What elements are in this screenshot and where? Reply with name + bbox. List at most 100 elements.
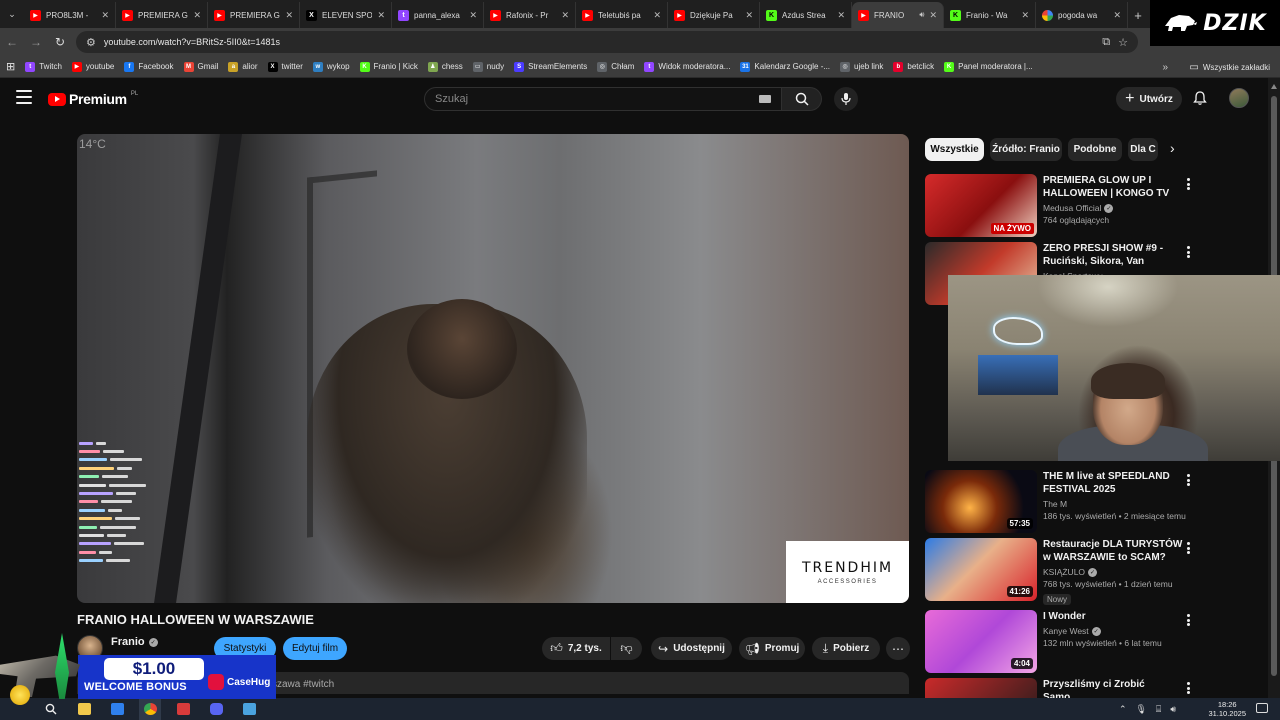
- recommended-video[interactable]: 4:04 I Wonder Kanye West ✓ 132 mln wyświetle…: [925, 610, 1265, 674]
- tab-search-icon[interactable]: ⌄: [0, 0, 24, 28]
- all-bookmarks-button[interactable]: ▭ Wszystkie zakładki: [1189, 56, 1270, 78]
- install-app-icon[interactable]: ⧉: [1102, 36, 1110, 49]
- discord-icon[interactable]: [205, 698, 227, 720]
- browser-tab[interactable]: ▶ Rafonix - Pr ✕: [484, 2, 576, 28]
- bookmarks-overflow-icon[interactable]: »: [1162, 56, 1168, 78]
- video-player[interactable]: 14°C TRENDHIM ACCESSORIES: [77, 134, 909, 603]
- bookmark-item[interactable]: ▭ nudy: [472, 61, 504, 72]
- recommended-video[interactable]: 57:35 THE M live at SPEEDLAND FESTIVAL 20…: [925, 470, 1265, 534]
- apps-grid-icon[interactable]: ⊞: [6, 60, 15, 73]
- chrome-icon[interactable]: [139, 698, 161, 720]
- bookmark-item[interactable]: a alior: [228, 61, 258, 72]
- more-options-icon[interactable]: [1182, 472, 1194, 488]
- video-title[interactable]: Restauracje DLA TURYSTÓW w WARSZAWIE to …: [1043, 538, 1183, 564]
- browser-tab[interactable]: ▶ FRANIO 🔊︎ ✕: [852, 2, 944, 28]
- bookmark-item[interactable]: K Franio | Kick: [359, 61, 418, 72]
- tab-close-icon[interactable]: ✕: [193, 10, 201, 21]
- tab-close-icon[interactable]: ✕: [653, 10, 661, 21]
- browser-tab[interactable]: ▶ PRO8L3M - ✕: [24, 2, 116, 28]
- system-clock[interactable]: 18:26 31.10.2025: [1208, 698, 1246, 720]
- like-button[interactable]: 👍︎ 7,2 tys.: [542, 637, 610, 660]
- url-text[interactable]: youtube.com/watch?v=BRitSz-5II0&t=1481s: [104, 37, 1094, 47]
- keyboard-icon[interactable]: [759, 95, 771, 103]
- back-arrow-icon[interactable]: ←: [0, 28, 24, 56]
- casino-ad-overlay[interactable]: $1.00 WELCOME BONUS CaseHug: [0, 633, 276, 705]
- browser-tab[interactable]: ▶ Dziękuje Pa ✕: [668, 2, 760, 28]
- bookmark-item[interactable]: b betclick: [893, 61, 934, 72]
- bookmark-item[interactable]: ♟ chess: [427, 61, 463, 72]
- bookmark-item[interactable]: Xtwitter: [267, 61, 303, 72]
- tray-network-icon[interactable]: ⌸: [1156, 704, 1161, 715]
- tab-close-icon[interactable]: ✕: [837, 10, 845, 21]
- file-explorer-icon[interactable]: [73, 698, 95, 720]
- youtube-premium-logo[interactable]: Premium PL: [48, 91, 138, 107]
- more-options-icon[interactable]: [1182, 244, 1194, 260]
- bookmark-item[interactable]: K Panel moderatora |...: [944, 61, 1033, 72]
- channel-name[interactable]: KSIĄŻULO: [1043, 567, 1085, 577]
- tab-close-icon[interactable]: ✕: [377, 10, 385, 21]
- more-options-icon[interactable]: [1182, 612, 1194, 628]
- bookmark-item[interactable]: ◎ Chłam: [597, 61, 634, 72]
- tab-close-icon[interactable]: ✕: [745, 10, 753, 21]
- address-bar[interactable]: ⚙ youtube.com/watch?v=BRitSz-5II0&t=1481…: [76, 31, 1138, 53]
- bookmark-item[interactable]: t Twitch: [25, 61, 62, 72]
- browser-tab[interactable]: K Franio - Wa ✕: [944, 2, 1036, 28]
- tab-audio-icon[interactable]: 🔊︎: [919, 10, 924, 20]
- tab-close-icon[interactable]: ✕: [1021, 10, 1029, 21]
- more-actions-button[interactable]: ⋯: [886, 637, 910, 660]
- tab-close-icon[interactable]: ✕: [929, 10, 937, 21]
- more-options-icon[interactable]: [1182, 680, 1194, 696]
- browser-tab[interactable]: ▶ Teletubiś pa ✕: [576, 2, 668, 28]
- voice-search-button[interactable]: [834, 87, 858, 111]
- search-button[interactable]: [782, 87, 822, 111]
- channel-name[interactable]: Kanye West: [1043, 626, 1089, 636]
- tray-volume-icon[interactable]: 🔊︎: [1170, 704, 1176, 715]
- tab-close-icon[interactable]: ✕: [285, 10, 293, 21]
- app-icon-red[interactable]: [172, 698, 194, 720]
- channel-name[interactable]: Medusa Official: [1043, 203, 1101, 213]
- create-button[interactable]: + Utwórz: [1116, 87, 1182, 111]
- tab-close-icon[interactable]: ✕: [469, 10, 477, 21]
- bookmark-item[interactable]: ▶ youtube: [71, 61, 114, 72]
- chip-all[interactable]: Wszystkie: [925, 138, 984, 161]
- account-avatar[interactable]: [1229, 88, 1249, 108]
- edit-video-button[interactable]: Edytuj film: [283, 637, 347, 660]
- promote-button[interactable]: 📢︎ Promuj: [739, 637, 805, 660]
- reload-icon[interactable]: ↻: [48, 28, 72, 56]
- menu-hamburger-icon[interactable]: [16, 90, 32, 104]
- tab-close-icon[interactable]: ✕: [1113, 10, 1121, 21]
- new-tab-button[interactable]: +: [1128, 2, 1148, 28]
- bookmark-item[interactable]: t Widok moderatora...: [644, 61, 730, 72]
- taskbar-search-icon[interactable]: [40, 698, 62, 720]
- bookmark-star-icon[interactable]: ☆: [1118, 36, 1128, 49]
- browser-tab[interactable]: X ELEVEN SPO ✕: [300, 2, 392, 28]
- chip-next-arrow-icon[interactable]: ›: [1170, 140, 1175, 156]
- app-icon-window[interactable]: [238, 698, 260, 720]
- video-title[interactable]: I Wonder: [1043, 610, 1183, 623]
- bookmark-item[interactable]: 31 Kalendarz Google -...: [740, 61, 830, 72]
- download-button[interactable]: ⤓ Pobierz: [812, 637, 880, 660]
- browser-tab[interactable]: t panna_alexa ✕: [392, 2, 484, 28]
- video-thumbnail[interactable]: 4:04: [925, 610, 1037, 673]
- app-icon-blue[interactable]: [106, 698, 128, 720]
- bookmark-item[interactable]: ◎ ujeb link: [840, 61, 883, 72]
- more-options-icon[interactable]: [1182, 176, 1194, 192]
- dislike-button[interactable]: 👎︎: [611, 637, 642, 660]
- browser-tab[interactable]: ▶ PREMIERA G ✕: [208, 2, 300, 28]
- search-input[interactable]: Szukaj: [424, 87, 782, 111]
- notifications-bell-icon[interactable]: [1192, 90, 1208, 106]
- chip-for-you[interactable]: Dla C: [1128, 138, 1158, 161]
- tray-mic-icon[interactable]: 🎙︎: [1135, 704, 1146, 715]
- video-thumbnail[interactable]: 41:26: [925, 538, 1037, 601]
- forward-arrow-icon[interactable]: →: [24, 28, 48, 56]
- more-options-icon[interactable]: [1182, 540, 1194, 556]
- recommended-video[interactable]: 41:26 Restauracje DLA TURYSTÓW w WARSZAWI…: [925, 538, 1265, 605]
- video-title[interactable]: THE M live at SPEEDLAND FESTIVAL 2025: [1043, 470, 1183, 496]
- notification-center-icon[interactable]: [1256, 703, 1268, 713]
- video-title[interactable]: ZERO PRESJI SHOW #9 - Ruciński, Sikora, …: [1043, 242, 1183, 268]
- browser-tab[interactable]: ▶ PREMIERA G ✕: [116, 2, 208, 28]
- video-thumbnail[interactable]: NA ŻYWO: [925, 174, 1037, 237]
- recommended-video[interactable]: NA ŻYWO PREMIERA GLOW UP I HALLOWEEN | KO…: [925, 174, 1265, 238]
- chip-similar[interactable]: Podobne: [1068, 138, 1122, 161]
- channel-name[interactable]: The M: [1043, 499, 1067, 509]
